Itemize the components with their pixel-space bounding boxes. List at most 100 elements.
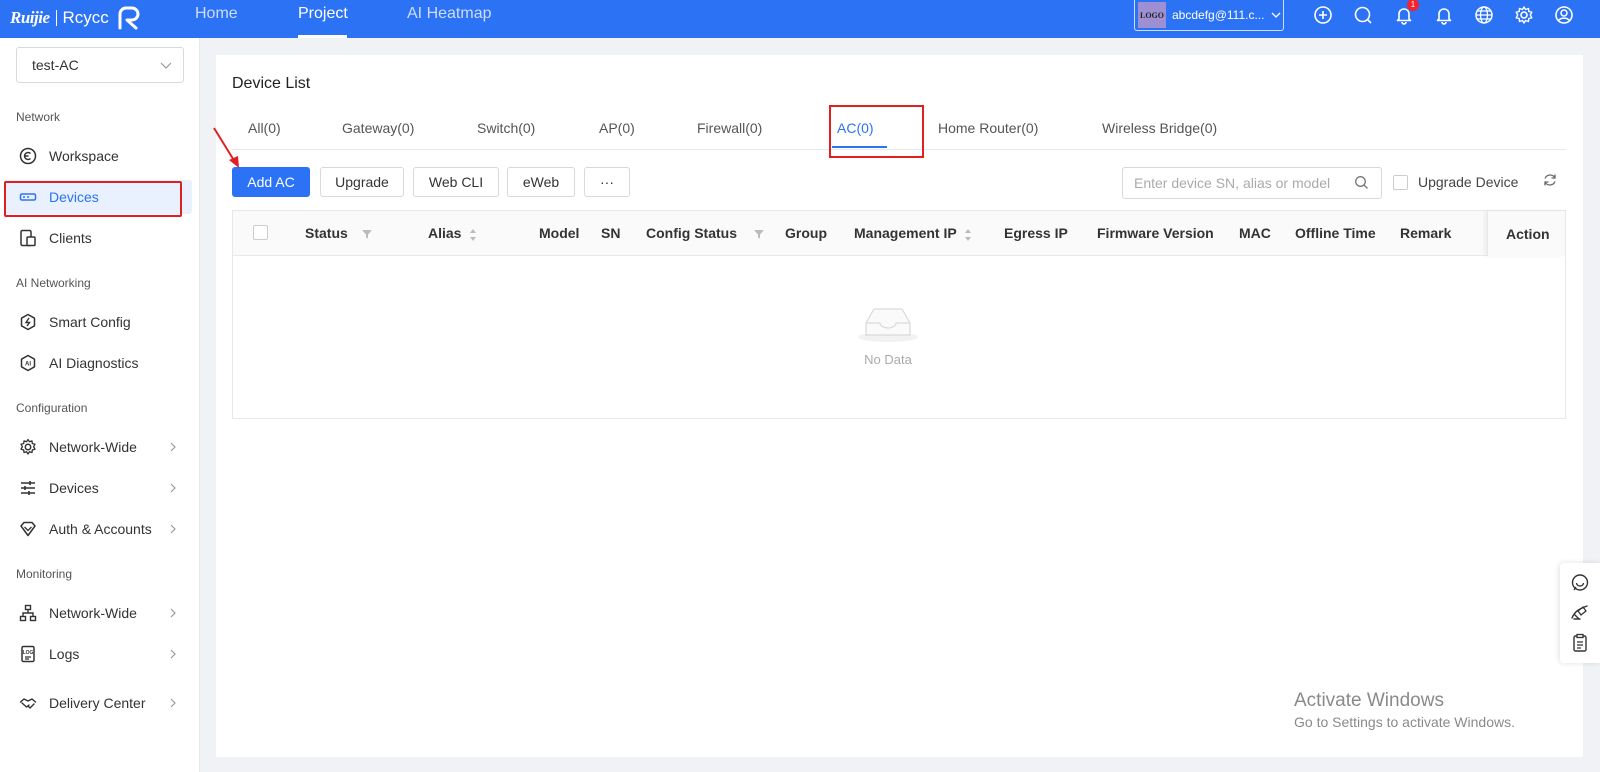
sidebar-item-ai-diagnostics[interactable]: AI AI Diagnostics bbox=[4, 346, 192, 380]
notification-bell-icon[interactable]: 1 bbox=[1393, 0, 1419, 26]
feedback-icon[interactable] bbox=[1570, 603, 1590, 623]
sidebar-item-auth-accounts[interactable]: Auth & Accounts bbox=[4, 512, 192, 546]
sidebar-item-label: Workspace bbox=[49, 148, 119, 164]
svg-text:LOG: LOG bbox=[23, 650, 34, 656]
project-name: test-AC bbox=[32, 57, 79, 73]
brand-name: Ruijie bbox=[10, 8, 50, 27]
filter-icon[interactable] bbox=[753, 228, 765, 240]
filter-icon[interactable] bbox=[361, 228, 373, 240]
chevron-right-icon bbox=[170, 483, 176, 493]
account-name: abcdefg@111.c... bbox=[1172, 8, 1265, 22]
sort-icon[interactable] bbox=[469, 228, 477, 242]
web-cli-button[interactable]: Web CLI bbox=[413, 167, 499, 197]
column-status[interactable]: Status bbox=[305, 225, 348, 241]
device-type-tabs: All(0) Gateway(0) Switch(0) AP(0) Firewa… bbox=[232, 105, 1566, 158]
chat-icon[interactable] bbox=[1570, 573, 1590, 593]
more-actions-button[interactable]: ··· bbox=[584, 167, 630, 197]
sort-icon[interactable] bbox=[964, 228, 972, 242]
sidebar-item-label: Devices bbox=[49, 189, 99, 205]
svg-text:AI: AI bbox=[25, 362, 31, 368]
sidebar-item-clients[interactable]: Clients bbox=[4, 221, 192, 255]
column-config-status[interactable]: Config Status bbox=[646, 225, 737, 241]
chevron-down-icon bbox=[160, 62, 172, 69]
product-logo-icon bbox=[118, 6, 140, 30]
sidebar-item-monitor-network-wide[interactable]: Network-Wide bbox=[4, 596, 192, 630]
sidebar-item-delivery-center[interactable]: Delivery Center bbox=[4, 686, 192, 720]
sidebar-item-workspace[interactable]: Workspace bbox=[4, 139, 192, 173]
device-search-input[interactable] bbox=[1122, 167, 1382, 199]
tab-switch[interactable]: Switch(0) bbox=[477, 120, 535, 136]
nav-home[interactable]: Home bbox=[195, 5, 238, 23]
app-logo[interactable]: Ruijie Rcycc bbox=[10, 4, 143, 32]
nav-project[interactable]: Project bbox=[298, 5, 348, 23]
column-group: Group bbox=[785, 225, 827, 241]
project-selector[interactable]: test-AC bbox=[16, 47, 184, 83]
tab-ap[interactable]: AP(0) bbox=[599, 120, 635, 136]
column-management-ip[interactable]: Management IP bbox=[854, 225, 957, 241]
clipboard-icon[interactable] bbox=[1570, 633, 1590, 653]
column-mac: MAC bbox=[1239, 225, 1271, 241]
empty-state-text: No Data bbox=[864, 352, 912, 367]
watermark-title: Activate Windows bbox=[1294, 690, 1444, 711]
add-ac-button[interactable]: Add AC bbox=[232, 167, 310, 197]
sidebar-item-label: Network-Wide bbox=[49, 605, 137, 621]
chevron-right-icon bbox=[170, 649, 176, 659]
sidebar-item-label: Devices bbox=[49, 480, 99, 496]
upgrade-device-label: Upgrade Device bbox=[1418, 174, 1519, 190]
section-configuration: Configuration bbox=[16, 401, 88, 415]
gear-icon bbox=[18, 437, 38, 457]
sidebar-item-smart-config[interactable]: Smart Config bbox=[4, 305, 192, 339]
workspace-icon bbox=[18, 146, 38, 166]
sidebar: test-AC Network Workspace Devices Client… bbox=[0, 38, 200, 772]
column-egress-ip: Egress IP bbox=[1004, 225, 1068, 241]
floating-toolbar bbox=[1560, 563, 1600, 663]
sidebar-item-devices[interactable]: Devices bbox=[4, 180, 192, 217]
tab-wireless-bridge[interactable]: Wireless Bridge(0) bbox=[1102, 120, 1217, 136]
device-table: Status Alias Model SN Config Status Grou… bbox=[232, 210, 1566, 419]
sidebar-item-config-network-wide[interactable]: Network-Wide bbox=[4, 430, 192, 464]
select-all-checkbox[interactable] bbox=[253, 225, 268, 240]
upgrade-button[interactable]: Upgrade bbox=[320, 167, 404, 197]
sidebar-item-logs[interactable]: LOG Logs bbox=[4, 637, 192, 671]
logs-icon: LOG bbox=[18, 644, 38, 664]
column-model: Model bbox=[539, 225, 580, 241]
user-profile-icon[interactable] bbox=[1553, 4, 1575, 26]
action-column-header: Action bbox=[1487, 211, 1565, 256]
tab-all[interactable]: All(0) bbox=[248, 120, 281, 136]
eweb-button[interactable]: eWeb bbox=[507, 167, 575, 197]
annotation-highlight-box bbox=[829, 105, 924, 158]
search-icon[interactable] bbox=[1352, 4, 1374, 26]
device-list-card: Device List All(0) Gateway(0) Switch(0) … bbox=[216, 55, 1583, 757]
add-circle-icon[interactable] bbox=[1312, 4, 1334, 26]
sidebar-item-label: Network-Wide bbox=[49, 439, 137, 455]
handshake-icon bbox=[18, 693, 38, 713]
column-alias[interactable]: Alias bbox=[428, 225, 461, 241]
page-title: Device List bbox=[232, 75, 311, 92]
column-sn: SN bbox=[601, 225, 621, 241]
section-monitoring: Monitoring bbox=[16, 567, 73, 581]
chevron-right-icon bbox=[170, 608, 176, 618]
gear-icon[interactable] bbox=[1513, 4, 1535, 26]
section-ai-networking: AI Networking bbox=[16, 276, 91, 290]
account-logo: LOGO bbox=[1138, 2, 1166, 28]
tab-firewall[interactable]: Firewall(0) bbox=[697, 120, 762, 136]
tab-gateway[interactable]: Gateway(0) bbox=[342, 120, 414, 136]
sidebar-item-label: Smart Config bbox=[49, 314, 131, 330]
product-name: Rcycc bbox=[62, 8, 109, 27]
bell-icon[interactable] bbox=[1433, 4, 1455, 26]
chevron-right-icon bbox=[170, 442, 176, 452]
refresh-icon[interactable] bbox=[1542, 172, 1558, 188]
globe-icon[interactable] bbox=[1473, 4, 1495, 26]
search-icon[interactable] bbox=[1354, 175, 1369, 190]
column-remark: Remark bbox=[1400, 225, 1452, 241]
sidebar-item-label: Clients bbox=[49, 230, 92, 246]
account-selector[interactable]: LOGO abcdefg@111.c... bbox=[1134, 0, 1284, 31]
nav-ai-heatmap[interactable]: AI Heatmap bbox=[407, 5, 491, 23]
column-offline-time: Offline Time bbox=[1295, 225, 1376, 241]
notification-badge: 1 bbox=[1407, 0, 1419, 11]
tab-home-router[interactable]: Home Router(0) bbox=[938, 120, 1038, 136]
upgrade-device-checkbox[interactable] bbox=[1393, 175, 1408, 190]
logo-divider bbox=[55, 10, 57, 26]
empty-state: No Data bbox=[843, 301, 933, 367]
sidebar-item-config-devices[interactable]: Devices bbox=[4, 471, 192, 505]
